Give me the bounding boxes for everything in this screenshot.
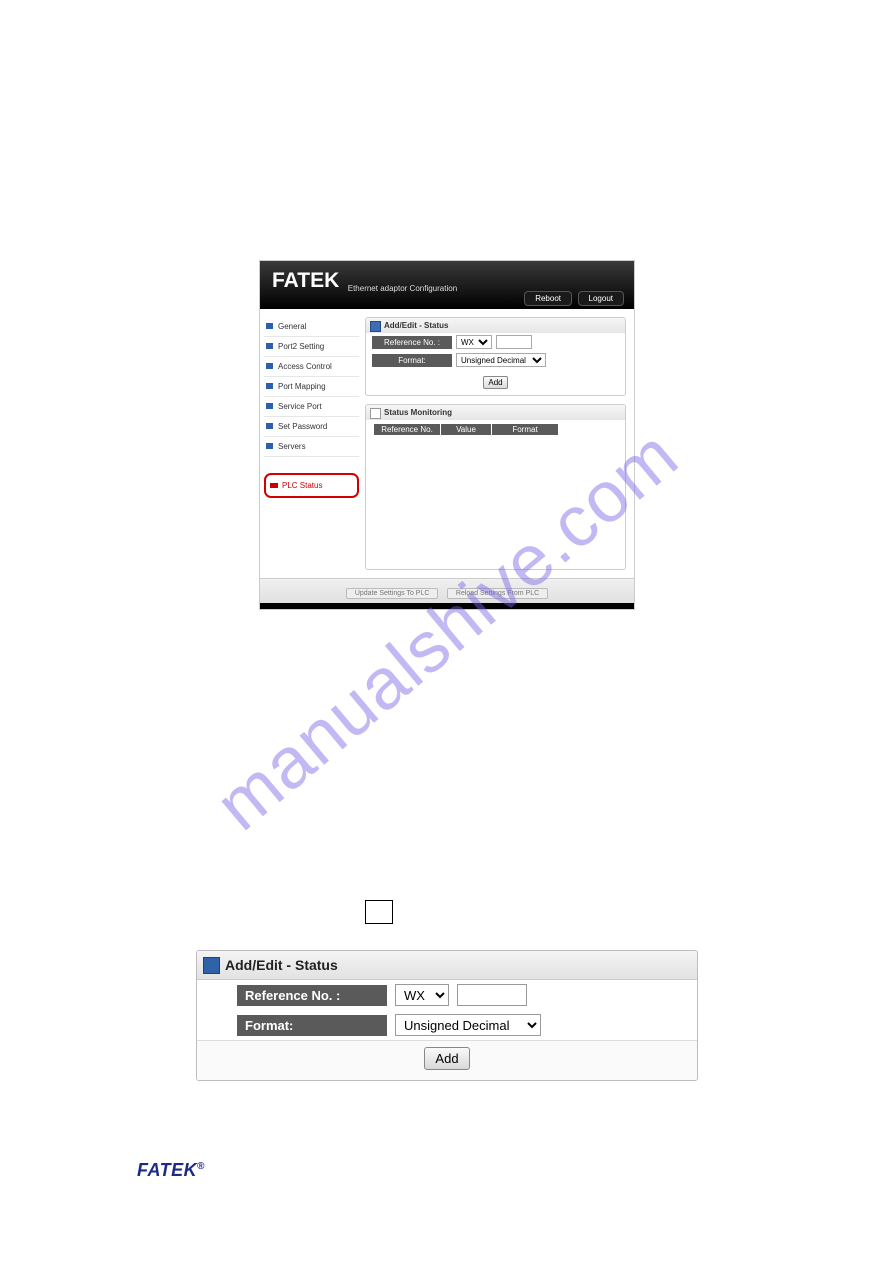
sidebar-item-port2[interactable]: Port2 Setting bbox=[264, 337, 359, 357]
panel-footer: Update Settings To PLC Reload Settings F… bbox=[260, 578, 634, 603]
ref-row: Reference No. : WX bbox=[366, 333, 625, 351]
col-ref: Reference No. bbox=[374, 424, 440, 435]
sidebar-item-portmap[interactable]: Port Mapping bbox=[264, 377, 359, 397]
ref-label: Reference No. : bbox=[372, 336, 452, 349]
sidebar-item-password[interactable]: Set Password bbox=[264, 417, 359, 437]
fmt-row: Format: Unsigned Decimal bbox=[366, 351, 625, 369]
addedit-card: Add/Edit - Status Reference No. : WX For… bbox=[365, 317, 626, 396]
fmt-select[interactable]: Unsigned Decimal bbox=[456, 353, 546, 367]
reload-plc-button[interactable]: Reload Settings From PLC bbox=[447, 588, 548, 599]
brand-logo: FATEK bbox=[272, 269, 339, 293]
detail-add-button[interactable]: Add bbox=[424, 1047, 469, 1070]
sidebar-item-servers[interactable]: Servers bbox=[264, 437, 359, 457]
status-monitor-title: Status Monitoring bbox=[366, 405, 625, 420]
detail-ref-row: Reference No. : WX bbox=[197, 980, 697, 1010]
ref-number-input[interactable] bbox=[496, 335, 532, 349]
sidebar-item-service[interactable]: Service Port bbox=[264, 397, 359, 417]
detail-add-row: Add bbox=[197, 1040, 697, 1080]
registered-icon: ® bbox=[197, 1161, 205, 1172]
detail-fmt-label: Format: bbox=[237, 1015, 387, 1036]
empty-box bbox=[365, 900, 393, 924]
main-content: Add/Edit - Status Reference No. : WX For… bbox=[365, 317, 626, 570]
config-panel: FATEK Ethernet adaptor Configuration Reb… bbox=[259, 260, 635, 610]
status-table-head: Reference No. Value Format bbox=[374, 424, 617, 435]
detail-ref-select[interactable]: WX bbox=[395, 984, 449, 1006]
panel-header: FATEK Ethernet adaptor Configuration Reb… bbox=[260, 261, 634, 309]
status-monitor-card: Status Monitoring Reference No. Value Fo… bbox=[365, 404, 626, 570]
sidebar-nav: General Port2 Setting Access Control Por… bbox=[264, 317, 359, 570]
sidebar-item-plc-status[interactable]: PLC Status bbox=[268, 479, 353, 492]
plc-status-highlight: PLC Status bbox=[264, 473, 359, 498]
panel-bottom-bar bbox=[260, 603, 634, 609]
add-row: Add bbox=[366, 369, 625, 395]
sidebar-gap bbox=[264, 457, 359, 471]
status-table-body bbox=[366, 439, 625, 569]
detail-fmt-row: Format: Unsigned Decimal bbox=[197, 1010, 697, 1040]
col-fmt: Format bbox=[492, 424, 558, 435]
detail-title: Add/Edit - Status bbox=[197, 951, 697, 980]
ref-select[interactable]: WX bbox=[456, 335, 492, 349]
logout-button[interactable]: Logout bbox=[578, 291, 624, 306]
sidebar-item-access[interactable]: Access Control bbox=[264, 357, 359, 377]
footer-logo-text: FATEK bbox=[137, 1160, 197, 1180]
panel-subtitle: Ethernet adaptor Configuration bbox=[348, 284, 457, 293]
sidebar-item-general[interactable]: General bbox=[264, 317, 359, 337]
col-val: Value bbox=[441, 424, 491, 435]
reboot-button[interactable]: Reboot bbox=[524, 291, 572, 306]
update-plc-button[interactable]: Update Settings To PLC bbox=[346, 588, 439, 599]
addedit-detail: Add/Edit - Status Reference No. : WX For… bbox=[196, 950, 698, 1081]
fmt-label: Format: bbox=[372, 354, 452, 367]
detail-ref-label: Reference No. : bbox=[237, 985, 387, 1006]
addedit-title: Add/Edit - Status bbox=[366, 318, 625, 333]
footer-logo: FATEK® bbox=[137, 1160, 205, 1181]
detail-ref-input[interactable] bbox=[457, 984, 527, 1006]
detail-fmt-select[interactable]: Unsigned Decimal bbox=[395, 1014, 541, 1036]
panel-body: General Port2 Setting Access Control Por… bbox=[260, 309, 634, 578]
add-button[interactable]: Add bbox=[483, 376, 507, 389]
